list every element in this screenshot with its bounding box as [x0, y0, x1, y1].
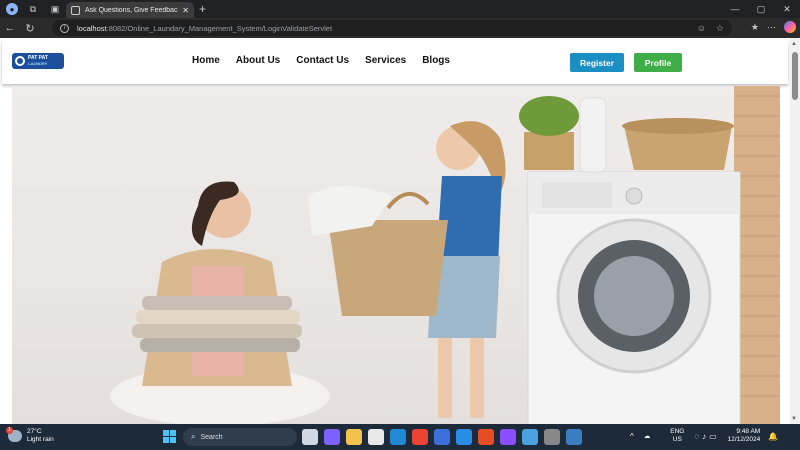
- windows-taskbar: 1 27°C Light rain ⌕ Search ^ ☁ ENG US ◌♪…: [0, 424, 800, 450]
- vscode-icon[interactable]: [456, 429, 472, 445]
- plant-pot: [519, 96, 579, 170]
- chrome-icon[interactable]: [412, 429, 428, 445]
- taskbar-apps: [302, 429, 582, 445]
- washer-logo-icon: [15, 56, 25, 66]
- edge-icon[interactable]: [390, 429, 406, 445]
- register-button[interactable]: Register: [570, 53, 624, 72]
- app-icon-b[interactable]: [566, 429, 582, 445]
- nav-contact-us[interactable]: Contact Us: [296, 55, 349, 66]
- github-icon[interactable]: [500, 429, 516, 445]
- back-icon[interactable]: ←: [0, 22, 20, 34]
- scroll-down-icon[interactable]: ▼: [791, 416, 797, 422]
- page-favicon-icon: [71, 5, 80, 15]
- tab-actions-icon[interactable]: ▣: [48, 2, 62, 16]
- browser-tabstrip: ● ⧉ ▣ Ask Questions, Give Feedback, and.…: [0, 0, 800, 18]
- laundry-hero-image: [12, 86, 780, 424]
- maximize-icon[interactable]: ▢: [748, 4, 774, 15]
- system-tray: ^ ☁ ENG US ◌♪▭ 9:48 AM 12/12/2024 🔔: [630, 428, 778, 444]
- site-logo[interactable]: PAT PAT LAUNDRY: [12, 53, 64, 69]
- browser-tab[interactable]: Ask Questions, Give Feedback, and... ✕: [66, 2, 194, 18]
- windows-start-icon[interactable]: [163, 430, 176, 443]
- file-explorer-icon[interactable]: [346, 429, 362, 445]
- notification-badge: 1: [6, 427, 13, 434]
- nav-home[interactable]: Home: [192, 55, 220, 66]
- workspaces-icon[interactable]: ⧉: [26, 2, 40, 16]
- wood-panel: [734, 86, 780, 424]
- weather-widget[interactable]: 1 27°C Light rain: [6, 427, 54, 444]
- favorites-icon[interactable]: ★: [751, 22, 759, 33]
- reader-icon[interactable]: ☺: [697, 23, 706, 34]
- laundry-basket: [308, 186, 448, 316]
- nav-blogs[interactable]: Blogs: [422, 55, 450, 66]
- window-controls: — ▢ ✕: [722, 0, 800, 18]
- nav-about-us[interactable]: About Us: [236, 55, 280, 66]
- network-sound-battery-icons[interactable]: ◌♪▭: [694, 432, 719, 441]
- page-scrollbar[interactable]: ▲ ▼: [790, 38, 800, 424]
- lang-code: ENG: [670, 428, 685, 435]
- favorite-star-icon[interactable]: ☆: [716, 23, 724, 34]
- scroll-up-icon[interactable]: ▲: [791, 41, 797, 47]
- search-icon: ⌕: [191, 432, 196, 441]
- tab-close-icon[interactable]: ✕: [182, 6, 189, 15]
- profile-avatar-icon[interactable]: ●: [6, 3, 18, 15]
- app-icon-a[interactable]: [434, 429, 450, 445]
- wicker-basket-top: [622, 118, 734, 170]
- site-info-icon[interactable]: i: [60, 23, 69, 33]
- new-tab-icon[interactable]: +: [199, 2, 206, 16]
- notification-bell-icon[interactable]: 🔔: [768, 432, 778, 441]
- settings-gear-icon[interactable]: [544, 429, 560, 445]
- date: 12/12/2024: [727, 436, 761, 443]
- temperature: 27°C: [27, 428, 42, 435]
- tray-chevron-icon[interactable]: ^: [630, 432, 634, 441]
- logo-subtext: LAUNDRY: [28, 61, 48, 66]
- task-view-icon[interactable]: [302, 429, 318, 445]
- clock[interactable]: 9:48 AM 12/12/2024: [728, 428, 761, 444]
- address-bar-row: ← ↻ i localhost :8082/Online_Laundary_Ma…: [0, 18, 800, 38]
- rain-cloud-icon: 1: [6, 427, 22, 442]
- copilot-app-icon[interactable]: [324, 429, 340, 445]
- copilot-icon[interactable]: [784, 21, 796, 33]
- weather-condition: Light rain: [27, 436, 54, 443]
- url-path: :8082/Online_Laundary_Management_System/…: [106, 23, 333, 33]
- close-window-icon[interactable]: ✕: [774, 4, 800, 15]
- profile-button[interactable]: Profile: [634, 53, 682, 72]
- url-field[interactable]: i localhost :8082/Online_Laundary_Manage…: [52, 20, 732, 36]
- page-viewport: PAT PAT LAUNDRY Home About Us Contact Us…: [0, 38, 800, 424]
- scroll-thumb[interactable]: [792, 52, 798, 100]
- minimize-icon[interactable]: —: [722, 4, 748, 14]
- onedrive-icon[interactable]: ☁: [644, 432, 651, 440]
- reload-icon[interactable]: ↻: [20, 22, 40, 35]
- figma-icon[interactable]: [478, 429, 494, 445]
- site-header: PAT PAT LAUNDRY Home About Us Contact Us…: [2, 40, 788, 84]
- url-host: localhost: [77, 23, 107, 33]
- notepad-icon[interactable]: [522, 429, 538, 445]
- detergent-bottle: [579, 97, 607, 173]
- time: 9:48 AM: [736, 428, 761, 435]
- store-icon[interactable]: [368, 429, 384, 445]
- woman-figure: [110, 181, 330, 424]
- language-indicator[interactable]: ENG US: [670, 428, 684, 444]
- hero-illustration: [110, 86, 780, 424]
- taskbar-search[interactable]: ⌕ Search: [183, 428, 297, 446]
- main-nav: Home About Us Contact Us Services Blogs: [192, 55, 466, 66]
- tab-title: Ask Questions, Give Feedback, and...: [84, 6, 178, 14]
- more-menu-icon[interactable]: ⋯: [767, 22, 776, 33]
- search-label: Search: [200, 433, 223, 441]
- washing-machine: [527, 171, 741, 424]
- lang-region: US: [672, 436, 682, 443]
- nav-services[interactable]: Services: [365, 55, 406, 66]
